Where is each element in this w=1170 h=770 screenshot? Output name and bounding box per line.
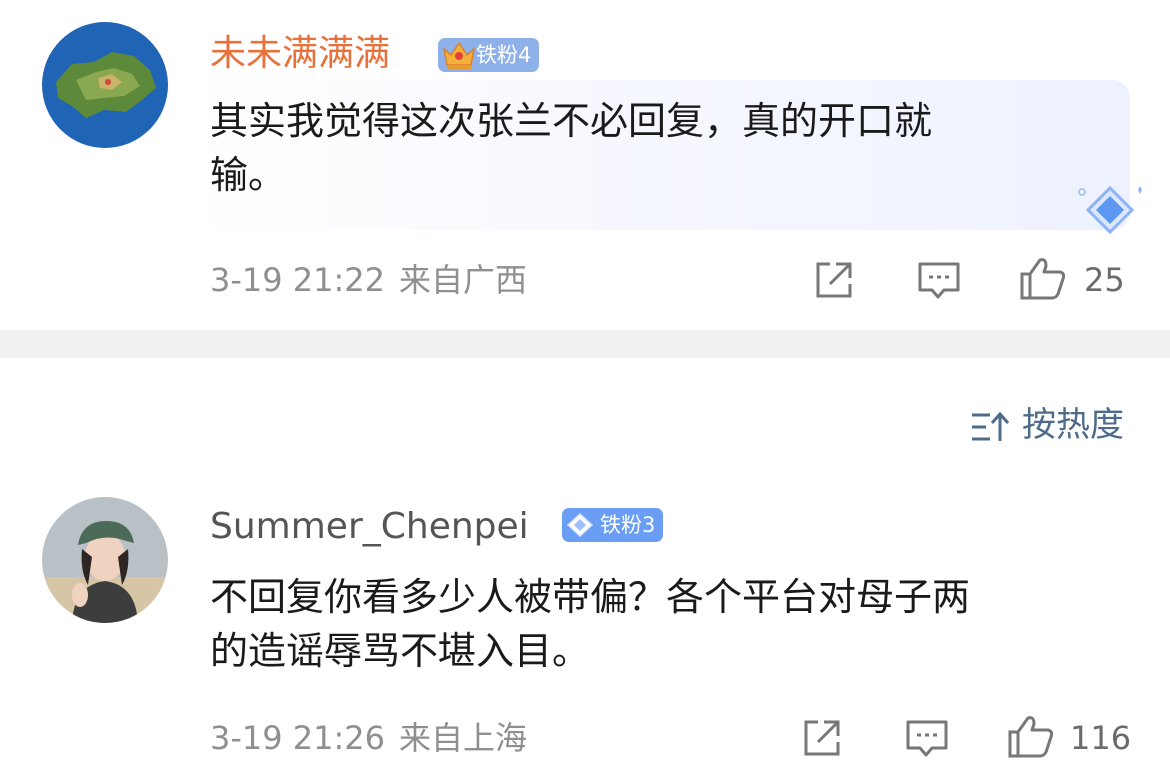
crown-icon: [442, 41, 476, 69]
thumbs-up-icon[interactable]: [1006, 712, 1056, 760]
comment-text: 其实我觉得这次张兰不必回复，真的开口就 输。: [210, 99, 933, 197]
comment-text: 不回复你看多少人被带偏？各个平台对母子两 的造谣辱骂不堪入目。: [210, 575, 971, 673]
comment-location: 来自上海: [399, 719, 528, 757]
diamond-icon: [1078, 185, 1142, 235]
sort-label: 按热度: [1022, 405, 1124, 445]
diamond-icon: [566, 512, 594, 538]
share-icon[interactable]: [812, 258, 858, 302]
sort-by-hot-button[interactable]: 按热度: [970, 403, 1124, 447]
username[interactable]: Summer_Chenpei: [210, 505, 529, 549]
avatar[interactable]: [42, 497, 168, 623]
comment-time: 3-19 21:22: [210, 261, 386, 299]
thumbs-up-icon[interactable]: [1018, 254, 1068, 302]
share-icon[interactable]: [800, 716, 846, 760]
comment-meta: 3-19 21:26 来自上海: [210, 718, 541, 758]
comment-location: 来自广西: [399, 261, 528, 299]
comment-time: 3-19 21:26: [210, 719, 386, 757]
like-count: 116: [1070, 719, 1132, 757]
avatar[interactable]: [42, 22, 168, 148]
comment-meta: 3-19 21:22 来自广西: [210, 260, 541, 300]
reply-icon[interactable]: [916, 258, 962, 302]
username[interactable]: 未未满满满: [210, 32, 390, 76]
like-count: 25: [1084, 261, 1125, 299]
section-divider: [0, 330, 1170, 358]
fan-badge[interactable]: 铁粉3: [562, 508, 664, 542]
reply-icon[interactable]: [904, 716, 950, 760]
avatar-island-image: [42, 22, 168, 148]
avatar-photo: [42, 497, 168, 623]
sort-icon: [972, 411, 1010, 441]
fan-badge[interactable]: 铁粉4: [438, 38, 540, 72]
